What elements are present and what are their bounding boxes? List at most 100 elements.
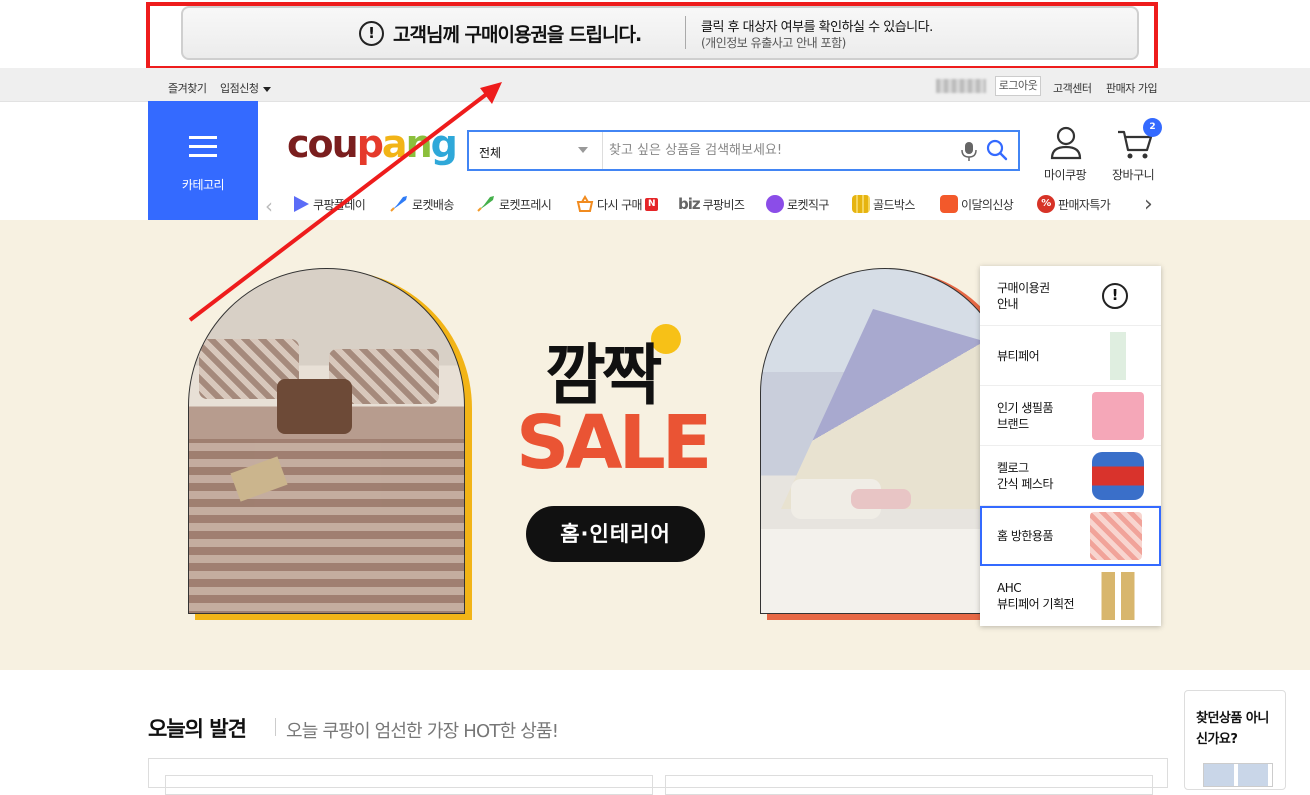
nav-item-label: 판매자특가 bbox=[1058, 197, 1111, 212]
seller-signup-link[interactable]: 판매자 가입 bbox=[1106, 80, 1158, 96]
hamburger-icon bbox=[189, 136, 217, 139]
mycoupang-label: 마이쿠팡 bbox=[1044, 168, 1087, 182]
side-item-voucher-guide[interactable]: 구매이용권 안내 ! bbox=[980, 266, 1161, 326]
nav-item-label: 로켓직구 bbox=[787, 197, 829, 212]
side-item-label-2: 안내 bbox=[997, 297, 1019, 311]
today-products-container bbox=[148, 758, 1168, 795]
serum-bottle-thumbnail bbox=[1092, 332, 1144, 380]
search-category-label: 전체 bbox=[479, 146, 502, 160]
bookmark-link[interactable]: 즐겨찾기 bbox=[168, 80, 207, 96]
gold-bottles-thumbnail bbox=[1092, 572, 1144, 620]
microphone-icon[interactable] bbox=[959, 140, 979, 162]
nav-item-label: 쿠팡비즈 bbox=[702, 197, 745, 212]
side-item-winter-goods[interactable]: 홈 방한용품 bbox=[980, 506, 1161, 566]
goldbox-icon bbox=[852, 195, 870, 213]
side-item-label: 인기 생필품 bbox=[997, 401, 1054, 415]
side-item-label: 홈 방한용품 bbox=[997, 529, 1054, 543]
side-item-label-2: 간식 페스타 bbox=[997, 477, 1054, 491]
logo-letter: u bbox=[331, 122, 359, 166]
chevron-right-icon[interactable]: › bbox=[1144, 192, 1153, 217]
search-category-select[interactable]: 전체 bbox=[469, 132, 603, 169]
product-card[interactable] bbox=[665, 775, 1153, 795]
snack-cup-thumbnail bbox=[1092, 452, 1144, 500]
find-product-label: 찾던상품 아니신가요? bbox=[1196, 711, 1269, 747]
seller-apply-dropdown[interactable]: 입점신청 bbox=[220, 80, 272, 96]
section-title: 오늘의 발견 bbox=[148, 717, 247, 741]
nav-item-label: 다시 구매 bbox=[597, 197, 643, 212]
side-item-label: AHC bbox=[997, 581, 1022, 595]
logo-letter: p bbox=[356, 122, 384, 166]
side-item-label-2: 뷰티페어 기획전 bbox=[997, 597, 1075, 611]
user-icon bbox=[1050, 126, 1082, 160]
side-item-label: 켈로그 bbox=[997, 461, 1029, 475]
basket-icon bbox=[576, 195, 594, 212]
search-input[interactable] bbox=[609, 137, 939, 164]
find-product-widget[interactable]: 찾던상품 아니신가요? bbox=[1184, 690, 1286, 790]
pink-pack-thumbnail bbox=[1092, 392, 1144, 440]
nav-item-label: 로켓프레시 bbox=[499, 197, 552, 212]
logo-letter: n bbox=[405, 122, 433, 166]
logout-button[interactable]: 로그아웃 bbox=[995, 76, 1041, 96]
product-thumbnail bbox=[1203, 763, 1273, 787]
logo-letter: a bbox=[381, 122, 408, 166]
cart-count-badge: 2 bbox=[1143, 118, 1162, 137]
category-label: 카테고리 bbox=[181, 178, 225, 192]
logo-letter: o bbox=[307, 122, 334, 166]
side-item-daily-essentials[interactable]: 인기 생필품 브랜드 bbox=[980, 386, 1161, 446]
nav-item-label: 쿠팡플레이 bbox=[313, 197, 366, 212]
logo-letter: c bbox=[287, 122, 309, 166]
banner-headline-sale: SALE bbox=[516, 400, 712, 486]
nav-item-rocket-fresh[interactable]: 로켓프레시 bbox=[476, 193, 552, 215]
cart-label: 장바구니 bbox=[1112, 168, 1155, 182]
section-divider bbox=[275, 718, 276, 736]
tent-image bbox=[760, 268, 1010, 614]
side-item-beauty-fair[interactable]: 뷰티페어 bbox=[980, 326, 1161, 386]
nav-item-coupang-play[interactable]: 쿠팡플레이 bbox=[292, 193, 366, 215]
utility-bar: 즐겨찾기 입점신청 로그아웃 고객센터 판매자 가입 bbox=[0, 68, 1310, 102]
hamburger-icon-line bbox=[189, 154, 217, 157]
nav-item-new-arrivals[interactable]: 이달의신상 bbox=[940, 193, 1014, 215]
side-item-label: 구매이용권 bbox=[997, 281, 1050, 295]
search-bar: 전체 bbox=[467, 130, 1020, 171]
warmer-pack-thumbnail bbox=[1090, 512, 1142, 560]
new-badge: N bbox=[644, 197, 658, 211]
nav-item-rocket-delivery[interactable]: 로켓배송 bbox=[389, 193, 454, 215]
nav-item-rebuy[interactable]: 다시 구매 N bbox=[576, 193, 658, 215]
rocket-global-icon bbox=[766, 195, 784, 213]
side-item-kelloggs[interactable]: 켈로그 간식 페스타 bbox=[980, 446, 1161, 506]
hamburger-icon-line bbox=[189, 145, 217, 148]
chevron-down-icon bbox=[578, 147, 588, 153]
side-item-label: 뷰티페어 bbox=[997, 349, 1040, 363]
side-item-label-2: 브랜드 bbox=[997, 417, 1029, 431]
chevron-left-icon[interactable]: ‹ bbox=[265, 194, 273, 218]
search-icon[interactable] bbox=[985, 138, 1009, 162]
play-icon bbox=[294, 196, 309, 212]
nav-item-coupang-biz[interactable]: biz 쿠팡비즈 bbox=[678, 193, 745, 215]
nav-item-label: 이달의신상 bbox=[961, 197, 1014, 212]
customer-center-link[interactable]: 고객센터 bbox=[1053, 80, 1092, 96]
biz-logo: biz bbox=[678, 195, 701, 213]
logo-letter: g bbox=[430, 122, 458, 166]
side-item-ahc[interactable]: AHC 뷰티페어 기획전 bbox=[980, 566, 1161, 626]
masked-username bbox=[936, 79, 986, 93]
rocket-fresh-icon bbox=[477, 196, 494, 212]
annotation-highlight-box bbox=[146, 2, 1158, 70]
bedding-image bbox=[188, 268, 465, 614]
seller-apply-label: 입점신청 bbox=[220, 82, 259, 95]
section-subtitle: 오늘 쿠팡이 엄선한 가장 HOT한 상품! bbox=[286, 721, 559, 742]
coupang-logo[interactable]: coupang bbox=[287, 122, 458, 166]
side-promo-panel: 구매이용권 안내 ! 뷰티페어 인기 생필품 브랜드 켈로그 간식 페스타 홈 … bbox=[980, 266, 1161, 626]
nav-item-seller-deals[interactable]: % 판매자특가 bbox=[1037, 193, 1111, 215]
banner-category-pill[interactable]: 홈·인테리어 bbox=[526, 506, 705, 562]
shopping-bag-icon bbox=[940, 195, 958, 213]
nav-item-rocket-global[interactable]: 로켓직구 bbox=[766, 193, 829, 215]
alert-circle-icon: ! bbox=[1102, 283, 1128, 309]
nav-item-goldbox[interactable]: 골드박스 bbox=[852, 193, 915, 215]
rocket-icon bbox=[390, 196, 407, 212]
percent-badge-icon: % bbox=[1037, 195, 1055, 213]
nav-item-label: 로켓배송 bbox=[412, 197, 454, 212]
category-menu-button[interactable]: 카테고리 bbox=[148, 101, 258, 220]
nav-item-label: 골드박스 bbox=[873, 197, 915, 212]
product-card[interactable] bbox=[165, 775, 653, 795]
caret-down-icon bbox=[263, 86, 272, 92]
